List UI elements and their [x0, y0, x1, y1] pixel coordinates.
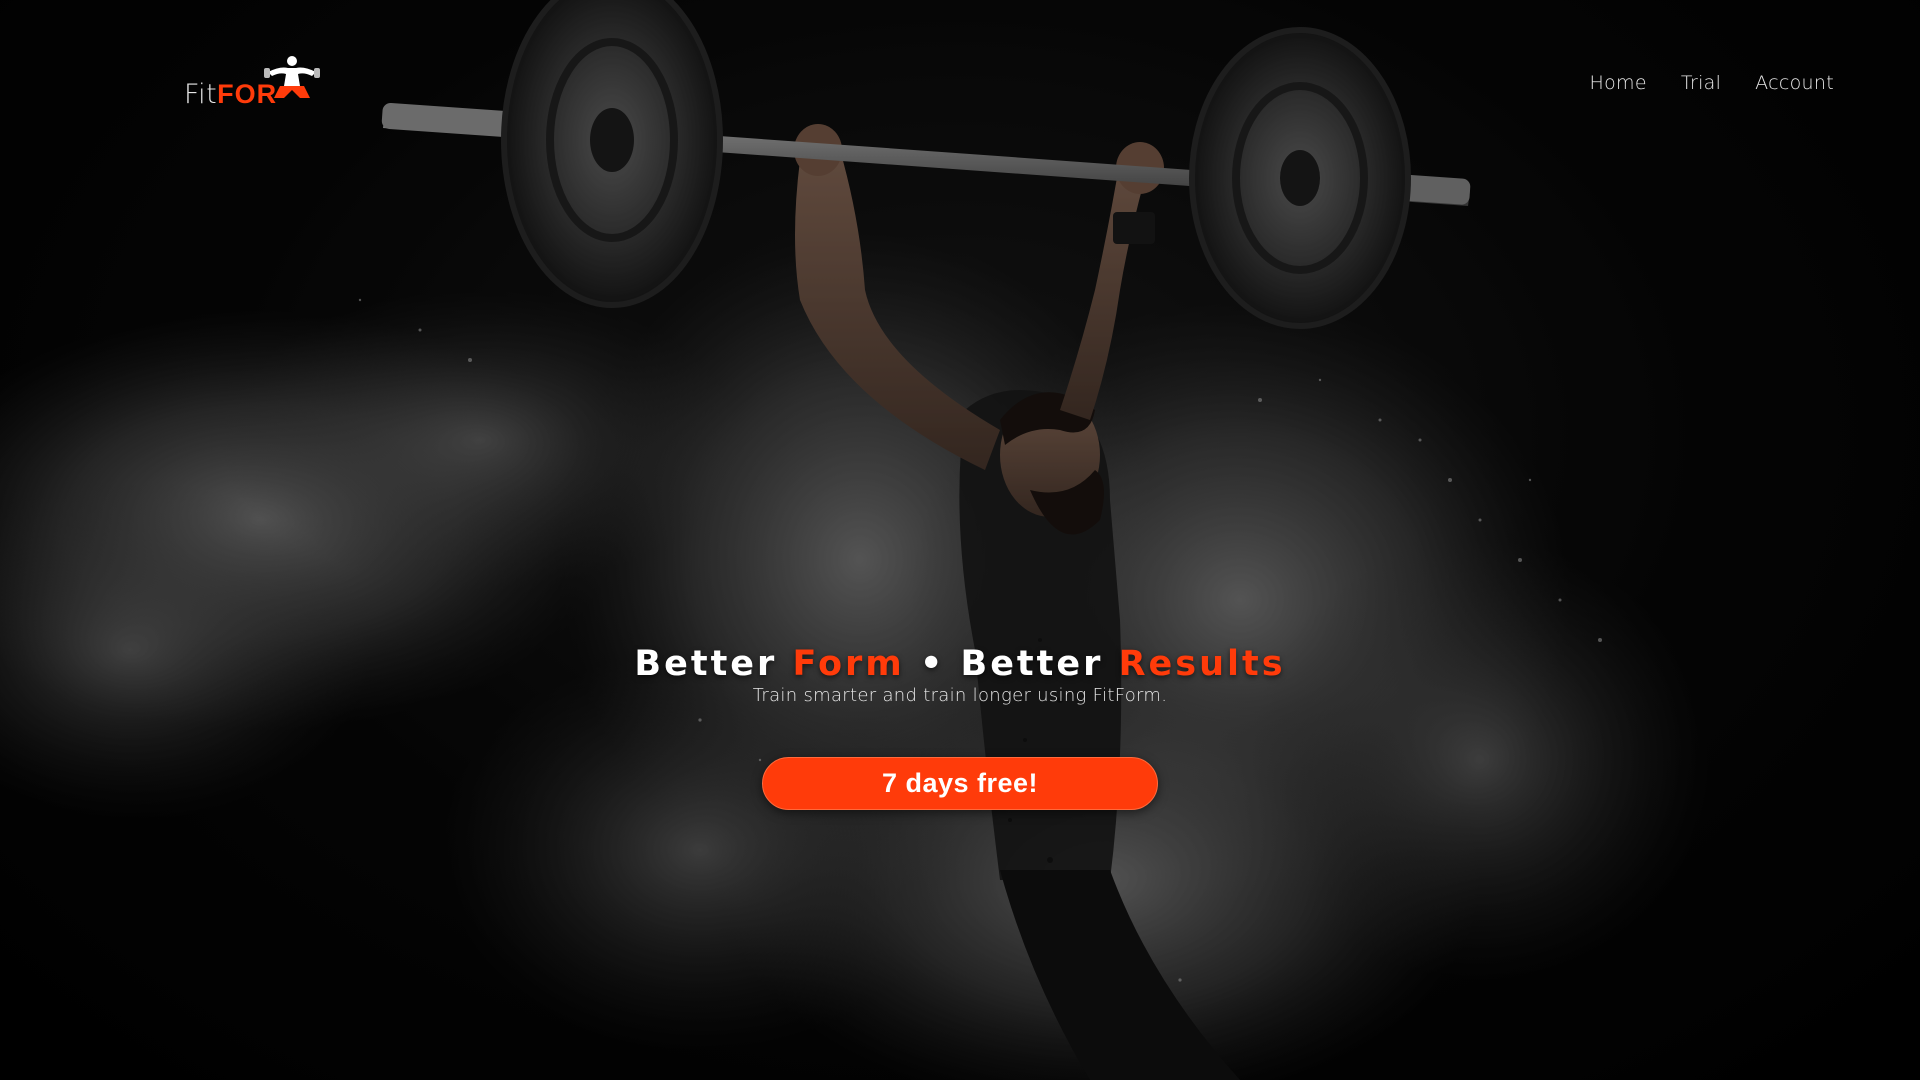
weightlifter-logo-icon [264, 56, 320, 98]
logo-fit-text: Fit [184, 79, 218, 110]
nav-account[interactable]: Account [1755, 72, 1834, 94]
nav-home[interactable]: Home [1590, 72, 1647, 94]
headline-accent-form: Form [792, 644, 905, 684]
headline-separator: • [904, 644, 961, 684]
nav-trial[interactable]: Trial [1681, 72, 1721, 94]
top-nav: Home Trial Account [1590, 72, 1834, 94]
hero-subtitle: Train smarter and train longer using Fit… [752, 685, 1168, 706]
hero-headline: Better Form • Better Results [0, 644, 1920, 684]
headline-part2: Better [960, 644, 1119, 684]
fitform-logo[interactable]: Fit FOR [184, 56, 334, 108]
headline-accent-results: Results [1118, 644, 1286, 684]
headline-part1: Better [634, 644, 793, 684]
hero-section: Fit FOR Home Trial Account Better Form •… [0, 0, 1920, 1080]
free-trial-button[interactable]: 7 days free! [762, 757, 1158, 810]
hero-overlay [0, 0, 1920, 1080]
